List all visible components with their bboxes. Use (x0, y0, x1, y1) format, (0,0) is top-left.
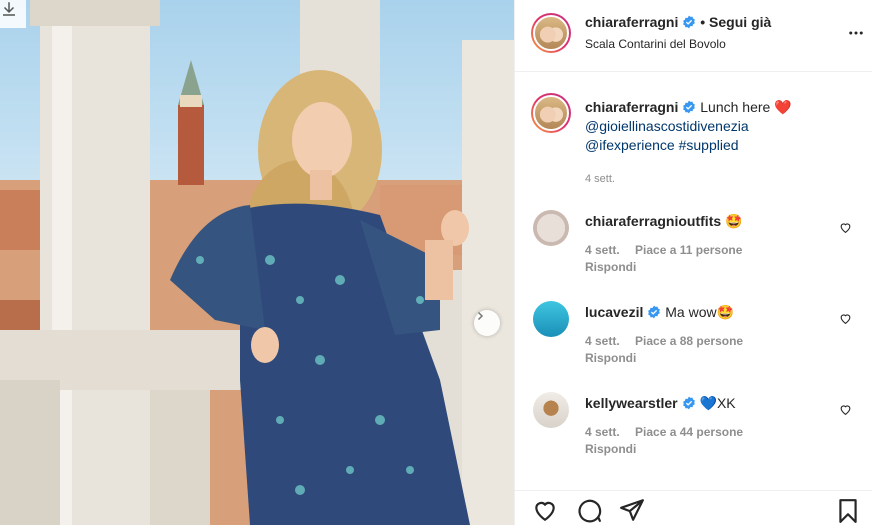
comment-time[interactable]: 4 sett. (585, 334, 620, 348)
comment-username[interactable]: chiaraferragnioutfits (585, 213, 721, 229)
post-header: chiaraferragni • Segui già Scala Contari… (515, 0, 872, 72)
comment-meta: 4 sett. Piace a 88 persone (585, 334, 855, 348)
action-bar (515, 490, 872, 525)
caption-text: Lunch here (700, 99, 771, 115)
heart-icon[interactable] (839, 312, 852, 325)
post-caption: chiaraferragni Lunch here ❤️ @gioiellina… (585, 98, 855, 189)
comment-likes[interactable]: Piace a 88 persone (635, 334, 743, 348)
heart-icon[interactable] (531, 497, 559, 523)
comment-username[interactable]: lucavezil (585, 304, 643, 320)
comment-meta: 4 sett. Piace a 11 persone (585, 243, 855, 257)
photo-illustration (0, 0, 514, 525)
post-location[interactable]: Scala Contarini del Bovolo (585, 37, 726, 51)
comment-text: 💙XK (699, 395, 736, 411)
comment-icon[interactable] (575, 497, 603, 523)
verified-icon (648, 305, 661, 319)
caption-time[interactable]: 4 sett. (585, 170, 855, 189)
comment-text: 🤩 (725, 213, 743, 229)
comment-time[interactable]: 4 sett. (585, 243, 620, 257)
verified-icon (683, 15, 696, 29)
caption-username[interactable]: chiaraferragni (585, 99, 678, 115)
more-icon[interactable] (847, 24, 865, 42)
next-photo-button[interactable] (474, 310, 500, 336)
heart-icon[interactable] (839, 403, 852, 416)
hashtag-link[interactable]: #supplied (679, 137, 739, 153)
caption-avatar[interactable] (531, 93, 571, 133)
instagram-post-modal: chiaraferragni • Segui già Scala Contari… (0, 0, 872, 525)
header-line: chiaraferragni • Segui già (585, 14, 771, 30)
comment-likes[interactable]: Piace a 11 persone (635, 243, 742, 257)
commenter-avatar[interactable] (533, 210, 569, 246)
follow-status-button[interactable]: • Segui già (700, 14, 771, 30)
comment-username[interactable]: kellywearstler (585, 395, 678, 411)
mention-link[interactable]: @ifexperience (585, 137, 675, 153)
commenter-avatar[interactable] (533, 392, 569, 428)
comment-text: Ma wow🤩 (665, 304, 735, 320)
heart-icon[interactable] (839, 221, 852, 234)
download-icon (3, 2, 15, 16)
reply-button[interactable]: Rispondi (585, 258, 855, 277)
share-icon[interactable] (618, 497, 646, 523)
comment-item: chiaraferragnioutfits 🤩 4 sett. Piace a … (585, 212, 855, 277)
verified-icon (683, 100, 696, 114)
bookmark-icon[interactable] (835, 497, 861, 525)
comment-meta: 4 sett. Piace a 44 persone (585, 425, 855, 439)
comment-item: lucavezil Ma wow🤩 4 sett. Piace a 88 per… (585, 303, 855, 368)
comment-item: kellywearstler 💙XK 4 sett. Piace a 44 pe… (585, 394, 855, 459)
next-arrow-icon (477, 311, 484, 321)
post-side-panel: chiaraferragni • Segui già Scala Contari… (514, 0, 872, 525)
commenter-avatar[interactable] (533, 301, 569, 337)
author-username[interactable]: chiaraferragni (585, 14, 678, 30)
verified-icon (682, 396, 695, 410)
author-avatar[interactable] (531, 13, 571, 53)
comment-time[interactable]: 4 sett. (585, 425, 620, 439)
mention-link[interactable]: @gioiellinascostidivenezia (585, 118, 749, 134)
caption-heart-emoji: ❤️ (774, 99, 792, 115)
post-photo[interactable] (0, 0, 514, 525)
reply-button[interactable]: Rispondi (585, 440, 855, 459)
comment-likes[interactable]: Piace a 44 persone (635, 425, 743, 439)
download-button[interactable] (0, 0, 26, 28)
reply-button[interactable]: Rispondi (585, 349, 855, 368)
